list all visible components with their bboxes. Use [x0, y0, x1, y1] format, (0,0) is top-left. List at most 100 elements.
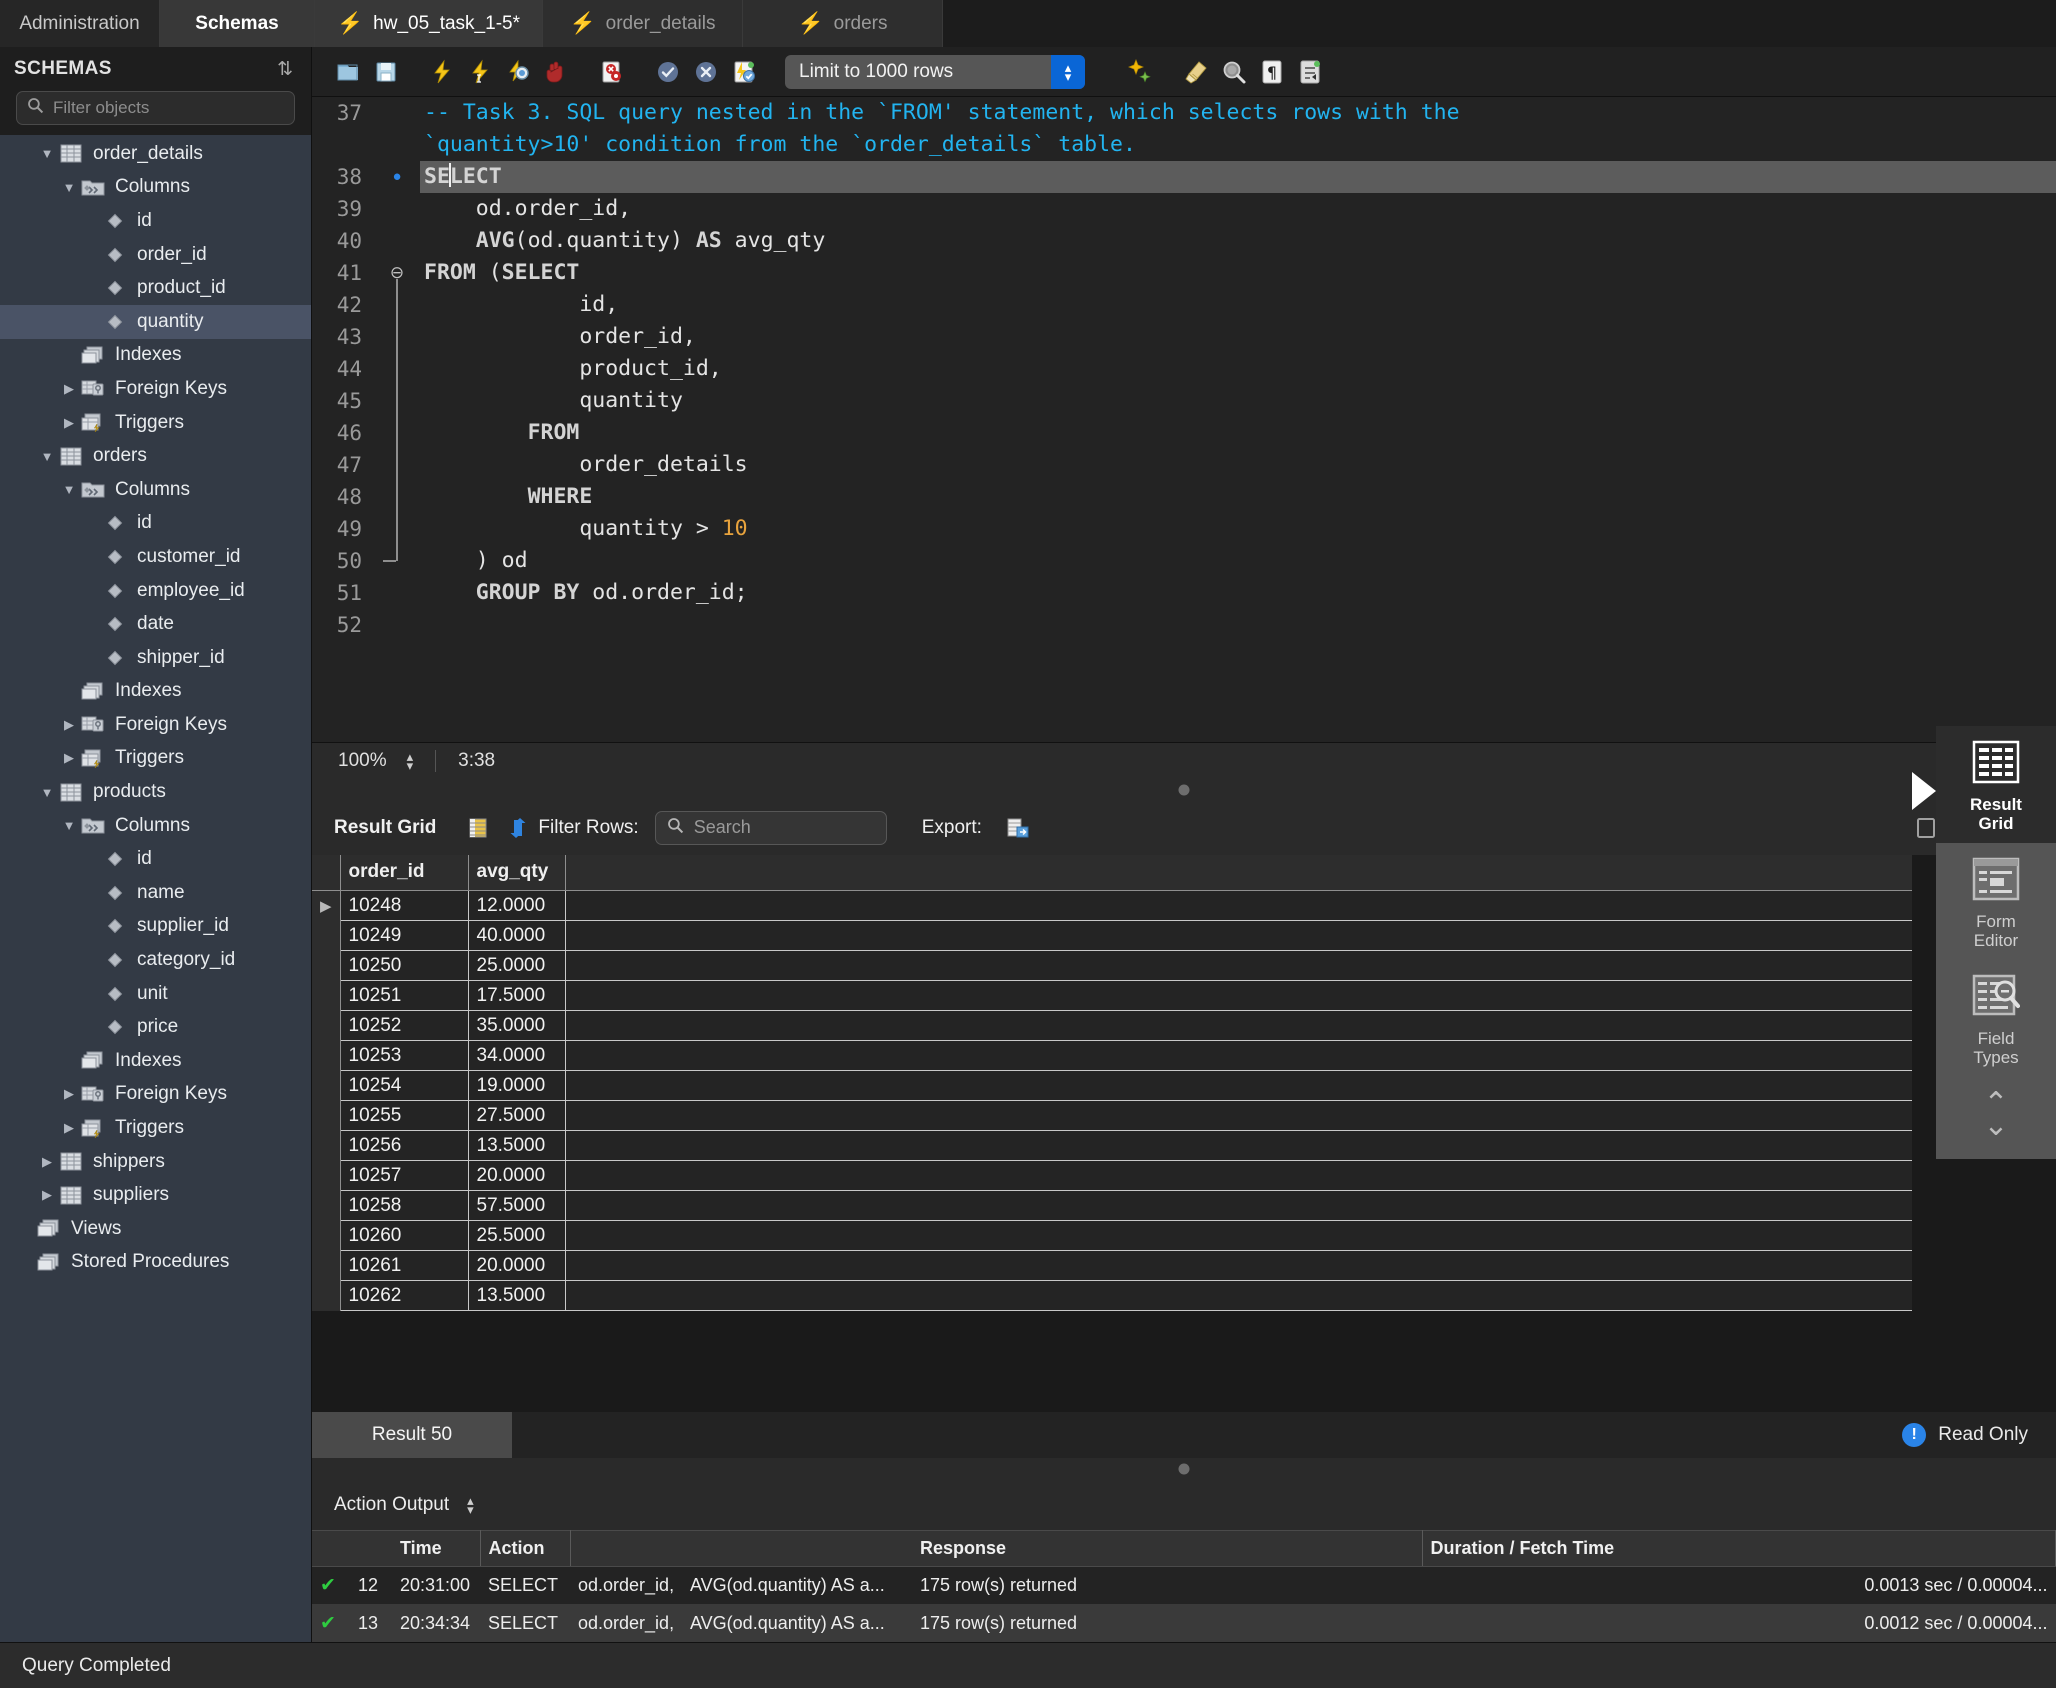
execute-current-statement-icon[interactable]: [461, 53, 499, 91]
cell-avg_qty[interactable]: 20.0000: [468, 1250, 566, 1281]
tree-item-suppliers[interactable]: ▶ suppliers: [0, 1178, 311, 1212]
cell-avg_qty[interactable]: 13.5000: [468, 1280, 566, 1311]
stop-icon[interactable]: [537, 53, 575, 91]
result-view-switcher[interactable]: Result Grid Form Editor Field Types ⌃ ⌄: [1912, 726, 2056, 1159]
invisible-chars-icon[interactable]: ¶: [1253, 53, 1291, 91]
filter-rows-input[interactable]: Search: [654, 810, 887, 845]
result-row[interactable]: 10254 19.0000: [312, 1070, 1912, 1101]
column-header-avg_qty[interactable]: avg_qty: [468, 854, 566, 891]
results-output-splitter[interactable]: [312, 1457, 2056, 1480]
chevron-right-icon[interactable]: ▶: [58, 1086, 80, 1102]
code-line[interactable]: 49 quantity > 10: [312, 513, 2056, 545]
cell-order_id[interactable]: 10255: [340, 1100, 469, 1131]
cell-avg_qty[interactable]: 13.5000: [468, 1130, 566, 1161]
result-row[interactable]: 10256 13.5000: [312, 1130, 1912, 1161]
filter-objects-input[interactable]: Filter objects: [16, 91, 295, 125]
commit-icon[interactable]: [649, 53, 687, 91]
column-header-order_id[interactable]: order_id: [340, 854, 469, 891]
sql-code-area[interactable]: 37 -- Task 3. SQL query nested in the `FR…: [312, 97, 2056, 742]
tab-schemas[interactable]: Schemas: [160, 0, 315, 47]
cell-avg_qty[interactable]: 27.5000: [468, 1100, 566, 1131]
cell-order_id[interactable]: 10256: [340, 1130, 469, 1161]
result-tab-button[interactable]: Result 50: [312, 1411, 512, 1458]
explain-icon[interactable]: [499, 53, 537, 91]
tree-item-order-id[interactable]: order_id: [0, 238, 311, 272]
cell-order_id[interactable]: 10254: [340, 1070, 469, 1101]
result-row[interactable]: 10258 57.5000: [312, 1190, 1912, 1221]
tree-item-shipper-id[interactable]: shipper_id: [0, 641, 311, 675]
chevron-right-icon[interactable]: ▶: [36, 1187, 58, 1203]
result-row[interactable]: 10262 13.5000: [312, 1280, 1912, 1311]
chevron-right-icon[interactable]: ▶: [36, 1154, 58, 1170]
tree-item-columns[interactable]: ▼ Columns: [0, 171, 311, 205]
rollback-icon[interactable]: [687, 53, 725, 91]
tree-item-category-id[interactable]: category_id: [0, 943, 311, 977]
code-line[interactable]: 44 product_id,: [312, 353, 2056, 385]
code-line[interactable]: 52: [312, 609, 2056, 641]
cell-order_id[interactable]: 10260: [340, 1220, 469, 1251]
cell-avg_qty[interactable]: 17.5000: [468, 980, 566, 1011]
view-switch-form-editor[interactable]: Form Editor: [1936, 843, 2056, 960]
chevron-right-icon[interactable]: ▶: [58, 1120, 80, 1136]
tree-item-supplier-id[interactable]: supplier_id: [0, 910, 311, 944]
chevron-right-icon[interactable]: ▶: [58, 415, 80, 431]
toggle-stop-on-error-icon[interactable]: [593, 53, 631, 91]
cell-avg_qty[interactable]: 12.0000: [468, 890, 566, 921]
result-row[interactable]: 10251 17.5000: [312, 980, 1912, 1011]
save-sql-file-icon[interactable]: [367, 53, 405, 91]
code-line[interactable]: 37 -- Task 3. SQL query nested in the `FR…: [312, 97, 2056, 129]
result-row[interactable]: 10255 27.5000: [312, 1100, 1912, 1131]
result-row[interactable]: 10260 25.5000: [312, 1220, 1912, 1251]
export-recordset-icon[interactable]: [998, 811, 1038, 845]
view-switch-field-types[interactable]: Field Types: [1936, 960, 2056, 1077]
cell-avg_qty[interactable]: 19.0000: [468, 1070, 566, 1101]
code-line[interactable]: 41 ⊖ FROM (SELECT: [312, 257, 2056, 289]
tree-item-price[interactable]: price: [0, 1010, 311, 1044]
tree-item-columns[interactable]: ▼ Columns: [0, 809, 311, 843]
beautify-sql-icon[interactable]: [1121, 53, 1159, 91]
code-line[interactable]: 42 id,: [312, 289, 2056, 321]
chevron-down-icon[interactable]: ▼: [36, 785, 58, 800]
cell-avg_qty[interactable]: 57.5000: [468, 1190, 566, 1221]
cell-order_id[interactable]: 10252: [340, 1010, 469, 1041]
result-row[interactable]: 10252 35.0000: [312, 1010, 1912, 1041]
tree-item-order-details[interactable]: ▼ order_details: [0, 137, 311, 171]
code-line[interactable]: `quantity>10' condition from the `order_…: [312, 129, 2056, 161]
tree-item-id[interactable]: id: [0, 507, 311, 541]
code-line[interactable]: 46 FROM: [312, 417, 2056, 449]
tab-editor-hw05[interactable]: ⚡ hw_05_task_1-5*: [315, 0, 543, 47]
tree-item-orders[interactable]: ▼ orders: [0, 439, 311, 473]
cell-order_id[interactable]: 10251: [340, 980, 469, 1011]
zoom-stepper[interactable]: ▴ ▾: [407, 750, 414, 772]
cell-order_id[interactable]: 10248: [340, 890, 469, 921]
limit-rows-select[interactable]: Limit to 1000 rows ▴ ▾: [785, 54, 1085, 89]
tab-editor-order-details[interactable]: ⚡ order_details: [542, 0, 743, 47]
cell-order_id[interactable]: 10258: [340, 1190, 469, 1221]
collapse-expand-icon[interactable]: ⌃ ⌄: [1983, 1077, 2008, 1159]
tree-item-date[interactable]: date: [0, 607, 311, 641]
editor-results-splitter[interactable]: [312, 778, 2056, 801]
cell-avg_qty[interactable]: 25.5000: [468, 1220, 566, 1251]
result-grid-table[interactable]: order_id avg_qty ▶ 10248 12.0000 10249 40.000…: [312, 854, 1912, 1311]
cell-order_id[interactable]: 10250: [340, 950, 469, 981]
chevron-down-icon[interactable]: ▼: [58, 482, 80, 497]
cell-avg_qty[interactable]: 40.0000: [468, 920, 566, 951]
action-output-filter-stepper[interactable]: ▴ ▾: [467, 1494, 474, 1516]
code-line[interactable]: 47 order_details: [312, 449, 2056, 481]
tree-item-name[interactable]: name: [0, 876, 311, 910]
clear-context-icon[interactable]: [1177, 53, 1215, 91]
cell-avg_qty[interactable]: 25.0000: [468, 950, 566, 981]
cell-order_id[interactable]: 10261: [340, 1250, 469, 1281]
tree-item-product-id[interactable]: product_id: [0, 271, 311, 305]
chevron-right-icon[interactable]: ▶: [58, 750, 80, 766]
tree-item-foreign-keys[interactable]: ▶ Foreign Keys: [0, 372, 311, 406]
cell-order_id[interactable]: 10257: [340, 1160, 469, 1191]
result-grid-wrapper[interactable]: order_id avg_qty ▶ 10248 12.0000 10249 40.000…: [312, 854, 2056, 1458]
tree-item-foreign-keys[interactable]: ▶ Foreign Keys: [0, 708, 311, 742]
cell-avg_qty[interactable]: 20.0000: [468, 1160, 566, 1191]
tree-item-products[interactable]: ▼ products: [0, 775, 311, 809]
tree-item-unit[interactable]: unit: [0, 977, 311, 1011]
action-output-row[interactable]: ✔ 12 20:31:00 SELECT od.order_id, AVG(od.quan…: [312, 1566, 2056, 1604]
chevron-down-icon[interactable]: ▼: [58, 818, 80, 833]
tree-item-id[interactable]: id: [0, 204, 311, 238]
